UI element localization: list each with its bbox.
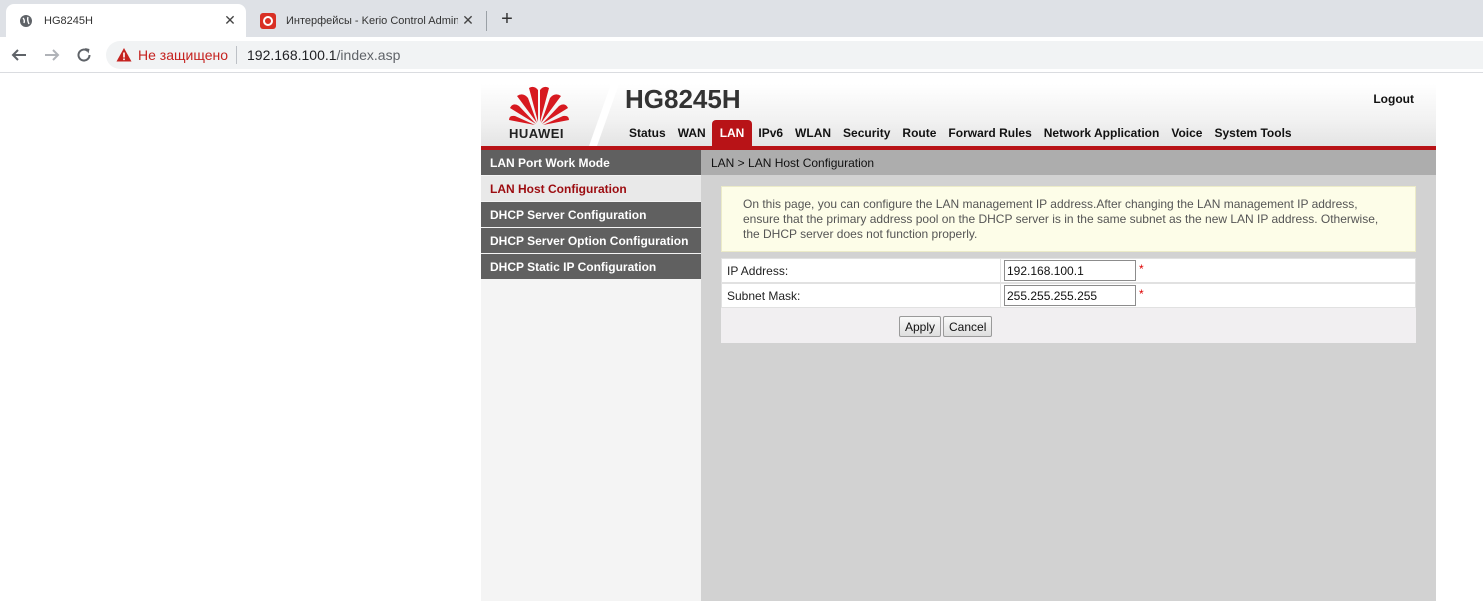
sidebar-item-lan-port-work-mode[interactable]: LAN Port Work Mode bbox=[481, 150, 701, 176]
menu-forward-rules[interactable]: Forward Rules bbox=[942, 120, 1037, 146]
reload-icon[interactable] bbox=[72, 43, 96, 67]
main-menu: Status WAN LAN IPv6 WLAN Security Route … bbox=[623, 120, 1298, 146]
tab-title: Интерфейсы - Kerio Control Adminis bbox=[286, 14, 458, 27]
brand-name: HUAWEI bbox=[509, 126, 564, 141]
ip-address-input[interactable] bbox=[1004, 260, 1136, 281]
required-mark: * bbox=[1139, 262, 1144, 276]
sidebar: LAN Port Work Mode LAN Host Configuratio… bbox=[481, 150, 701, 601]
menu-voice[interactable]: Voice bbox=[1165, 120, 1208, 146]
menu-lan[interactable]: LAN bbox=[711, 120, 753, 146]
menu-security[interactable]: Security bbox=[837, 120, 896, 146]
subnet-mask-label: Subnet Mask: bbox=[727, 288, 801, 303]
new-tab-icon[interactable]: + bbox=[496, 8, 518, 30]
required-mark: * bbox=[1139, 287, 1144, 301]
logout-link[interactable]: Logout bbox=[1373, 92, 1414, 106]
sidebar-item-lan-host-configuration[interactable]: LAN Host Configuration bbox=[481, 176, 701, 202]
close-tab-icon[interactable]: ✕ bbox=[220, 11, 240, 31]
ip-address-label: IP Address: bbox=[727, 263, 789, 278]
tab-title: HG8245H bbox=[44, 14, 93, 27]
apply-button[interactable]: Apply bbox=[899, 316, 942, 337]
omnibox-divider bbox=[236, 46, 237, 64]
menu-network-application[interactable]: Network Application bbox=[1038, 120, 1166, 146]
menu-status[interactable]: Status bbox=[623, 120, 672, 146]
menu-wan[interactable]: WAN bbox=[672, 120, 712, 146]
browser-tabstrip: HG8245H ✕ Интерфейсы - Kerio Control Adm… bbox=[0, 0, 1483, 37]
kerio-icon bbox=[260, 12, 276, 29]
sidebar-item-dhcp-static-ip-configuration[interactable]: DHCP Static IP Configuration bbox=[481, 254, 701, 280]
main-content: LAN > LAN Host Configuration On this pag… bbox=[701, 150, 1436, 601]
menu-wlan[interactable]: WLAN bbox=[789, 120, 837, 146]
subnet-mask-row: Subnet Mask: * bbox=[721, 283, 1416, 308]
url-path: /index.asp bbox=[336, 47, 401, 63]
browser-tab-active[interactable]: HG8245H ✕ bbox=[6, 4, 246, 37]
menu-system-tools[interactable]: System Tools bbox=[1208, 120, 1297, 146]
menu-route[interactable]: Route bbox=[896, 120, 942, 146]
page-header: HUAWEI HG8245H Logout Status WAN LAN IPv… bbox=[481, 84, 1436, 146]
close-tab-icon[interactable]: ✕ bbox=[458, 11, 478, 31]
subnet-mask-input[interactable] bbox=[1004, 285, 1136, 306]
tab-separator bbox=[486, 11, 487, 31]
cancel-button[interactable]: Cancel bbox=[943, 316, 993, 337]
forward-arrow-icon[interactable] bbox=[40, 43, 64, 67]
router-page: HUAWEI HG8245H Logout Status WAN LAN IPv… bbox=[481, 84, 1436, 601]
row-divider bbox=[1000, 259, 1001, 282]
info-notice: On this page, you can configure the LAN … bbox=[721, 186, 1416, 252]
globe-icon bbox=[18, 13, 34, 29]
row-divider bbox=[1000, 284, 1001, 307]
warning-icon bbox=[116, 47, 132, 63]
breadcrumb: LAN > LAN Host Configuration bbox=[701, 150, 1436, 175]
address-bar[interactable]: Не защищено 192.168.100.1 /index.asp bbox=[106, 41, 1483, 69]
back-arrow-icon[interactable] bbox=[7, 43, 31, 67]
url-host: 192.168.100.1 bbox=[247, 47, 337, 63]
lan-host-form: IP Address: * Subnet Mask: * Apply Cance… bbox=[721, 258, 1416, 343]
ip-address-row: IP Address: * bbox=[721, 258, 1416, 283]
browser-tab-kerio[interactable]: Интерфейсы - Kerio Control Adminis ✕ bbox=[248, 4, 484, 37]
browser-toolbar: Не защищено 192.168.100.1 /index.asp bbox=[0, 37, 1483, 73]
sidebar-item-dhcp-server-configuration[interactable]: DHCP Server Configuration bbox=[481, 202, 701, 228]
sidebar-item-dhcp-server-option-configuration[interactable]: DHCP Server Option Configuration bbox=[481, 228, 701, 254]
security-status[interactable]: Не защищено bbox=[138, 47, 228, 63]
header-divider bbox=[589, 84, 619, 146]
device-model: HG8245H bbox=[625, 84, 741, 114]
menu-ipv6[interactable]: IPv6 bbox=[752, 120, 789, 146]
